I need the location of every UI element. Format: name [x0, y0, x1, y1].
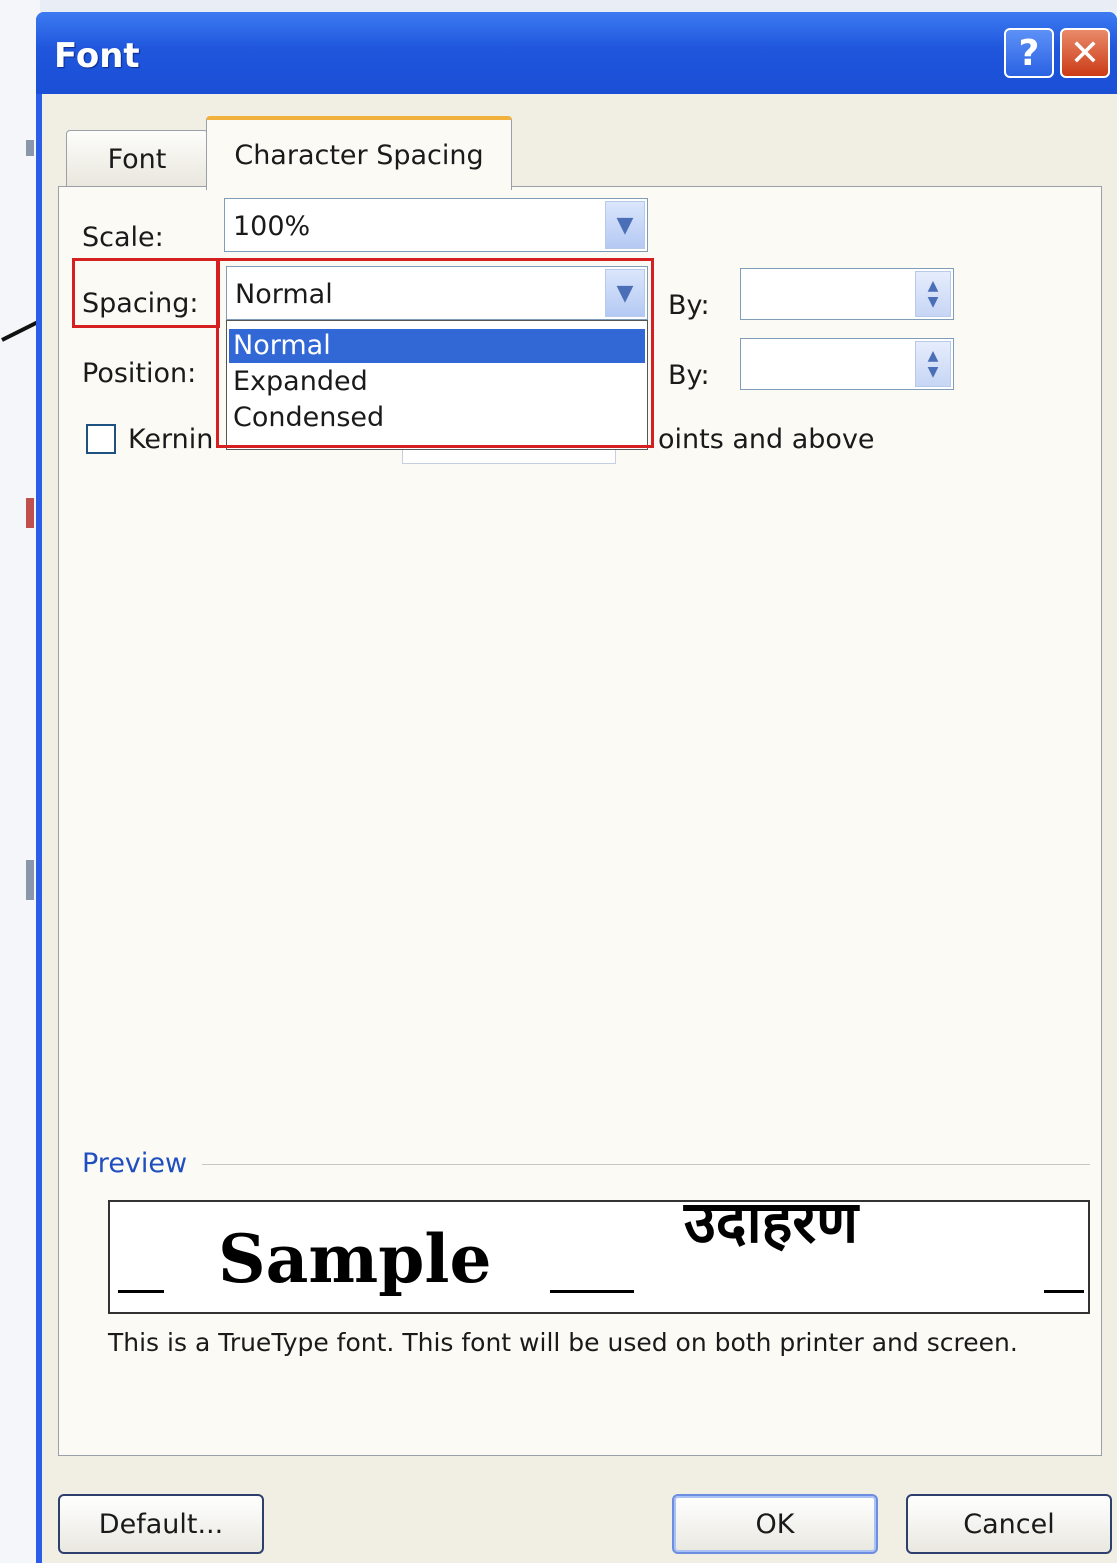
- tab-label: Character Spacing: [234, 139, 484, 171]
- scale-label: Scale:: [82, 222, 164, 253]
- dialog-client: Font Character Spacing Scale: 100% ▼ Spa…: [42, 94, 1117, 1563]
- preview-underscore: [550, 1290, 634, 1293]
- background-mark: [26, 140, 34, 156]
- preview-divider: [202, 1164, 1090, 1165]
- spacing-by-label: By:: [668, 290, 710, 321]
- spinner-icon[interactable]: ▲ ▼: [915, 341, 951, 387]
- chevron-down-icon[interactable]: ▼: [605, 201, 645, 249]
- scale-combo[interactable]: 100% ▼: [224, 198, 648, 252]
- kerning-points-label: oints and above: [658, 424, 875, 455]
- cancel-button[interactable]: Cancel: [906, 1494, 1112, 1554]
- tab-character-spacing[interactable]: Character Spacing: [206, 116, 512, 190]
- preview-underscore: [118, 1290, 164, 1293]
- spacing-by-spinner[interactable]: ▲ ▼: [740, 268, 954, 320]
- tab-label: Font: [107, 144, 167, 175]
- background-mark: [26, 498, 34, 528]
- position-by-label: By:: [668, 360, 710, 391]
- help-button[interactable]: ?: [1004, 28, 1054, 78]
- background-mark: [26, 860, 34, 900]
- position-by-spinner[interactable]: ▲ ▼: [740, 338, 954, 390]
- title-bar[interactable]: Font ? ✕: [36, 12, 1117, 94]
- preview-heading: Preview: [82, 1148, 188, 1179]
- background-app-strip: [0, 0, 41, 1563]
- preview-devanagari-text: उदाहरण: [684, 1200, 859, 1256]
- kerning-label: Kernin: [128, 424, 214, 455]
- preview-sample-text: Sample: [218, 1220, 492, 1298]
- default-button-label: Default...: [98, 1508, 224, 1540]
- cancel-button-label: Cancel: [963, 1508, 1055, 1540]
- spacing-dropdown-highlight: [216, 258, 654, 448]
- scale-value: 100%: [233, 211, 311, 242]
- close-icon: ✕: [1069, 32, 1101, 74]
- default-button[interactable]: Default...: [58, 1494, 264, 1554]
- tab-font[interactable]: Font: [66, 130, 208, 188]
- dialog-title: Font: [54, 36, 140, 76]
- ok-button-label: OK: [755, 1508, 795, 1540]
- help-icon: ?: [1018, 32, 1040, 74]
- spacing-label: Spacing:: [82, 288, 199, 319]
- preview-note: This is a TrueType font. This font will …: [108, 1328, 1018, 1357]
- preview-box: Sample उदाहरण: [108, 1200, 1090, 1314]
- ok-button[interactable]: OK: [672, 1494, 878, 1554]
- font-dialog: Font ? ✕ Font Character Spacing Scale: 1…: [36, 12, 1117, 1563]
- position-label: Position:: [82, 358, 197, 389]
- close-button[interactable]: ✕: [1060, 28, 1110, 78]
- spinner-icon[interactable]: ▲ ▼: [915, 271, 951, 317]
- kerning-checkbox[interactable]: [86, 424, 116, 454]
- preview-underscore: [1044, 1290, 1084, 1293]
